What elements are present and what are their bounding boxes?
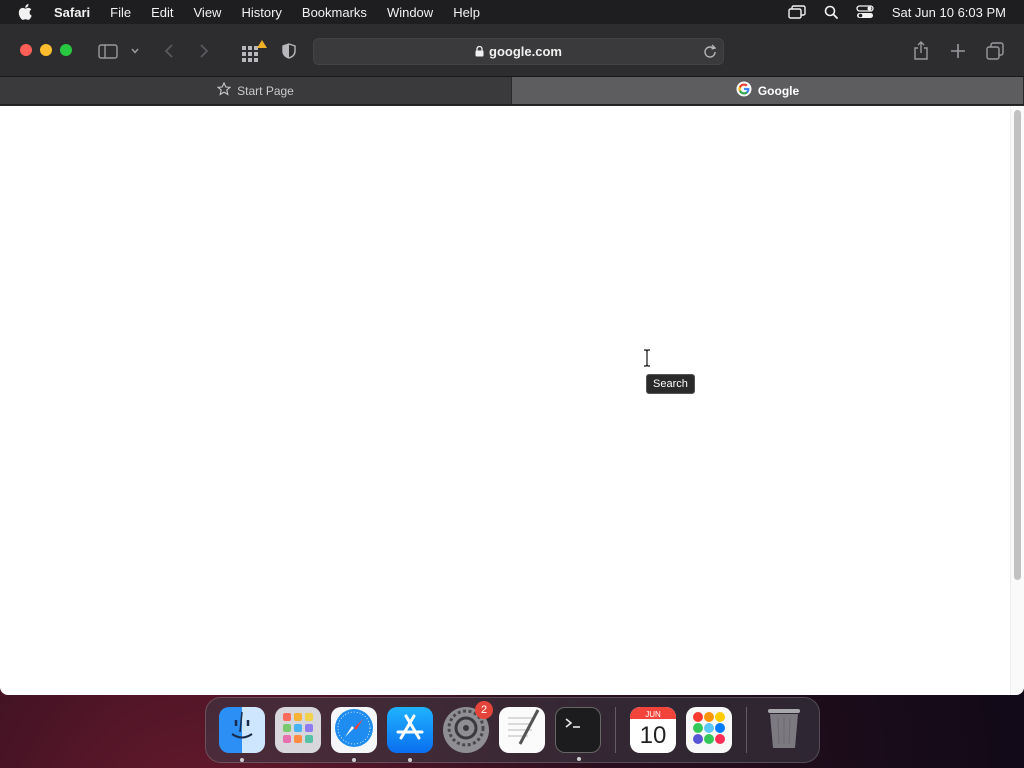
running-indicator (577, 757, 581, 761)
running-indicator (408, 758, 412, 762)
dock-app-store[interactable] (387, 707, 433, 762)
star-icon (216, 81, 232, 99)
dock-safari[interactable] (331, 707, 377, 762)
scrollbar[interactable] (1010, 106, 1024, 695)
reminders-icon (689, 708, 729, 753)
dock-reminders[interactable] (686, 707, 732, 753)
running-indicator (240, 758, 244, 762)
dock-terminal[interactable] (555, 707, 601, 761)
dock-textedit[interactable] (499, 707, 545, 753)
sidebar-toggle-icon[interactable] (96, 39, 120, 63)
window-controls (20, 44, 72, 56)
new-tab-plus-icon[interactable] (947, 39, 969, 63)
menu-edit[interactable]: Edit (151, 5, 173, 20)
zoom-window-button[interactable] (60, 44, 72, 56)
calendar-month: JUN (645, 710, 661, 719)
chevron-down-icon[interactable] (128, 39, 142, 63)
textedit-icon (502, 708, 542, 753)
calendar-day: 10 (639, 722, 667, 749)
menu-history[interactable]: History (241, 5, 281, 20)
menu-help[interactable]: Help (453, 5, 480, 20)
extensions-grid-icon[interactable] (240, 39, 268, 63)
app-store-icon (393, 711, 427, 750)
menu-bookmarks[interactable]: Bookmarks (302, 5, 367, 20)
text-cursor-icon (642, 349, 652, 372)
dock: 2 JUN 10 (205, 697, 820, 763)
finder-icon (222, 708, 262, 753)
minimize-window-button[interactable] (40, 44, 52, 56)
search-tooltip: Search (646, 374, 695, 394)
dock-separator (746, 707, 747, 753)
reload-icon[interactable] (703, 43, 717, 62)
dock-trash[interactable] (761, 707, 807, 753)
tab-google[interactable]: Google (512, 77, 1024, 104)
notification-badge: 2 (475, 701, 493, 719)
menu-bar-clock[interactable]: Sat Jun 10 6:03 PM (892, 5, 1006, 20)
scrollbar-thumb[interactable] (1014, 110, 1021, 580)
tab-label: Start Page (237, 83, 294, 98)
tab-overview-icon[interactable] (984, 39, 1006, 63)
web-content[interactable]: Search (0, 106, 1024, 695)
dock-system-preferences[interactable]: 2 (443, 701, 493, 753)
safari-window: google.com Start Page Google Search (0, 24, 1024, 695)
spotlight-search-icon[interactable] (814, 5, 848, 19)
address-bar-url: google.com (489, 44, 562, 59)
menu-view[interactable]: View (194, 5, 222, 20)
address-bar[interactable]: google.com (313, 38, 724, 65)
dock-calendar[interactable]: JUN 10 (630, 707, 676, 753)
google-icon (736, 81, 752, 100)
dock-separator (615, 707, 616, 753)
dock-launchpad[interactable] (275, 707, 321, 753)
menu-app-name[interactable]: Safari (54, 5, 90, 20)
menu-bar: Safari File Edit View History Bookmarks … (0, 0, 1024, 24)
running-indicator (352, 758, 356, 762)
back-arrow-icon[interactable] (160, 39, 178, 63)
launchpad-icon (279, 709, 317, 752)
safari-icon (333, 707, 375, 754)
apple-menu-icon[interactable] (18, 4, 40, 20)
close-window-button[interactable] (20, 44, 32, 56)
forward-arrow-icon[interactable] (195, 39, 213, 63)
menu-window[interactable]: Window (387, 5, 433, 20)
privacy-shield-icon[interactable] (280, 39, 298, 63)
lock-icon (475, 46, 484, 57)
terminal-icon (560, 713, 596, 748)
tab-label: Google (757, 83, 800, 98)
tab-bar: Start Page Google (0, 77, 1024, 105)
tab-start-page[interactable]: Start Page (0, 77, 512, 104)
toolbar: google.com (0, 24, 1024, 77)
control-center-icon[interactable] (848, 5, 882, 19)
trash-icon (766, 706, 802, 755)
menu-file[interactable]: File (110, 5, 131, 20)
share-icon[interactable] (910, 39, 932, 63)
dock-finder[interactable] (219, 707, 265, 762)
screen-mirroring-icon[interactable] (780, 5, 814, 19)
